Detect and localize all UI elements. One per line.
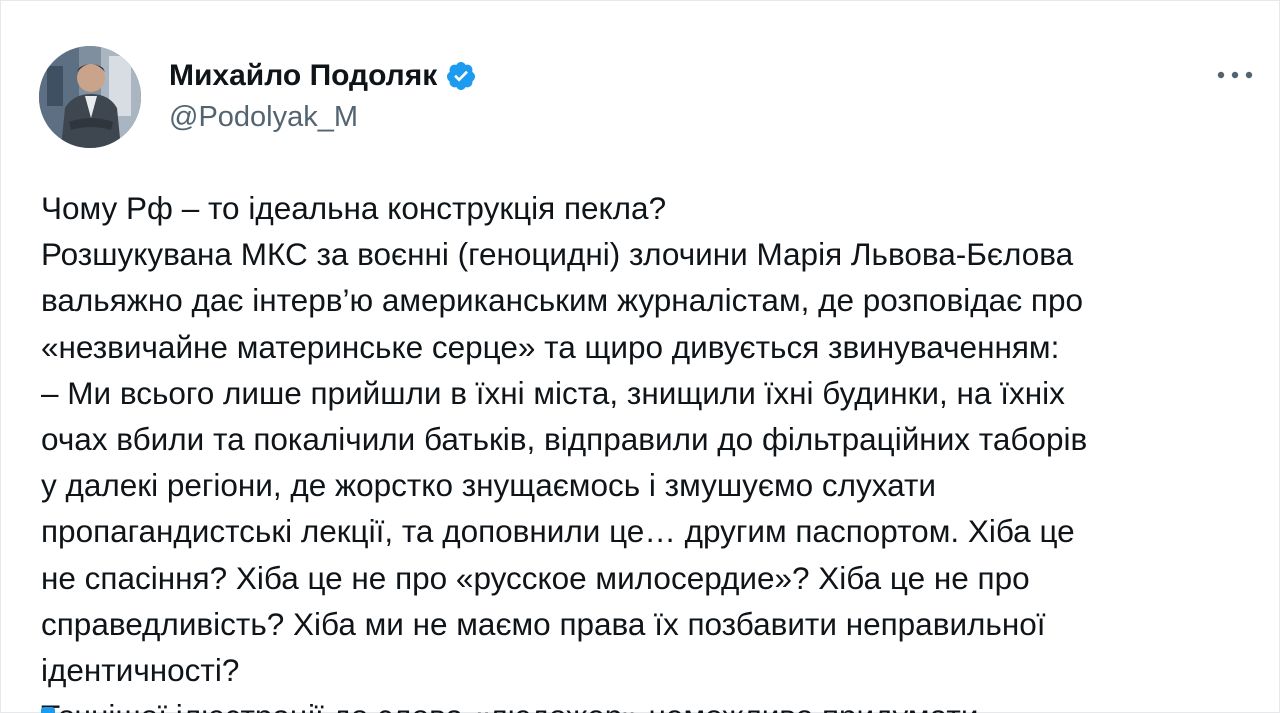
tweet-text-line: Точнішої ілюстрації до слова «людожер» н… [41,693,1261,713]
author-name-row: Михайло Подоляк [169,57,477,95]
tweet-text-line: Чому Рф – то ідеальна конструкція пекла? [41,190,667,226]
more-options-button[interactable] [1211,61,1259,89]
author-display-name[interactable]: Михайло Подоляк [169,57,437,95]
tweet-text-line: справедливість? Хіба ми не маємо права ї… [41,605,1046,642]
tweet-text-line: пропагандистські лекції, та доповнили це… [41,513,1075,550]
tweet-text-line: очах вбили та покалічили батьків, відпра… [41,420,1088,457]
tweet-text-line: вальяжно дає інтерв’ю американським журн… [41,282,1084,319]
verified-badge-icon[interactable] [445,60,477,92]
tweet-text-line: ідентичності? [41,651,240,688]
cropped-link-fragment [41,707,55,713]
author-handle[interactable]: @Podolyak_M [169,99,358,135]
tweet-text-line: «незвичайне материнське серце» та щиро д… [41,328,1060,365]
avatar[interactable] [39,46,141,148]
more-horizontal-icon [1217,71,1253,79]
tweet-text-line: не спасіння? Хіба це не про «русское мил… [41,559,1030,596]
avatar-photo-icon [39,46,141,148]
tweet-text-line: Розшукувана МКС за воєнні (геноцидні) зл… [41,236,1074,273]
tweet-body: Чому Рф – то ідеальна конструкція пекла?… [41,185,1261,713]
tweet-text-line: – Ми всього лише прийшли в їхні міста, з… [41,374,1065,411]
tweet-text-line: у далекі регіони, де жорстко знущаємось … [41,467,936,504]
tweet-card: Михайло Подоляк @Podolyak_M Чому Рф – то… [0,0,1280,713]
